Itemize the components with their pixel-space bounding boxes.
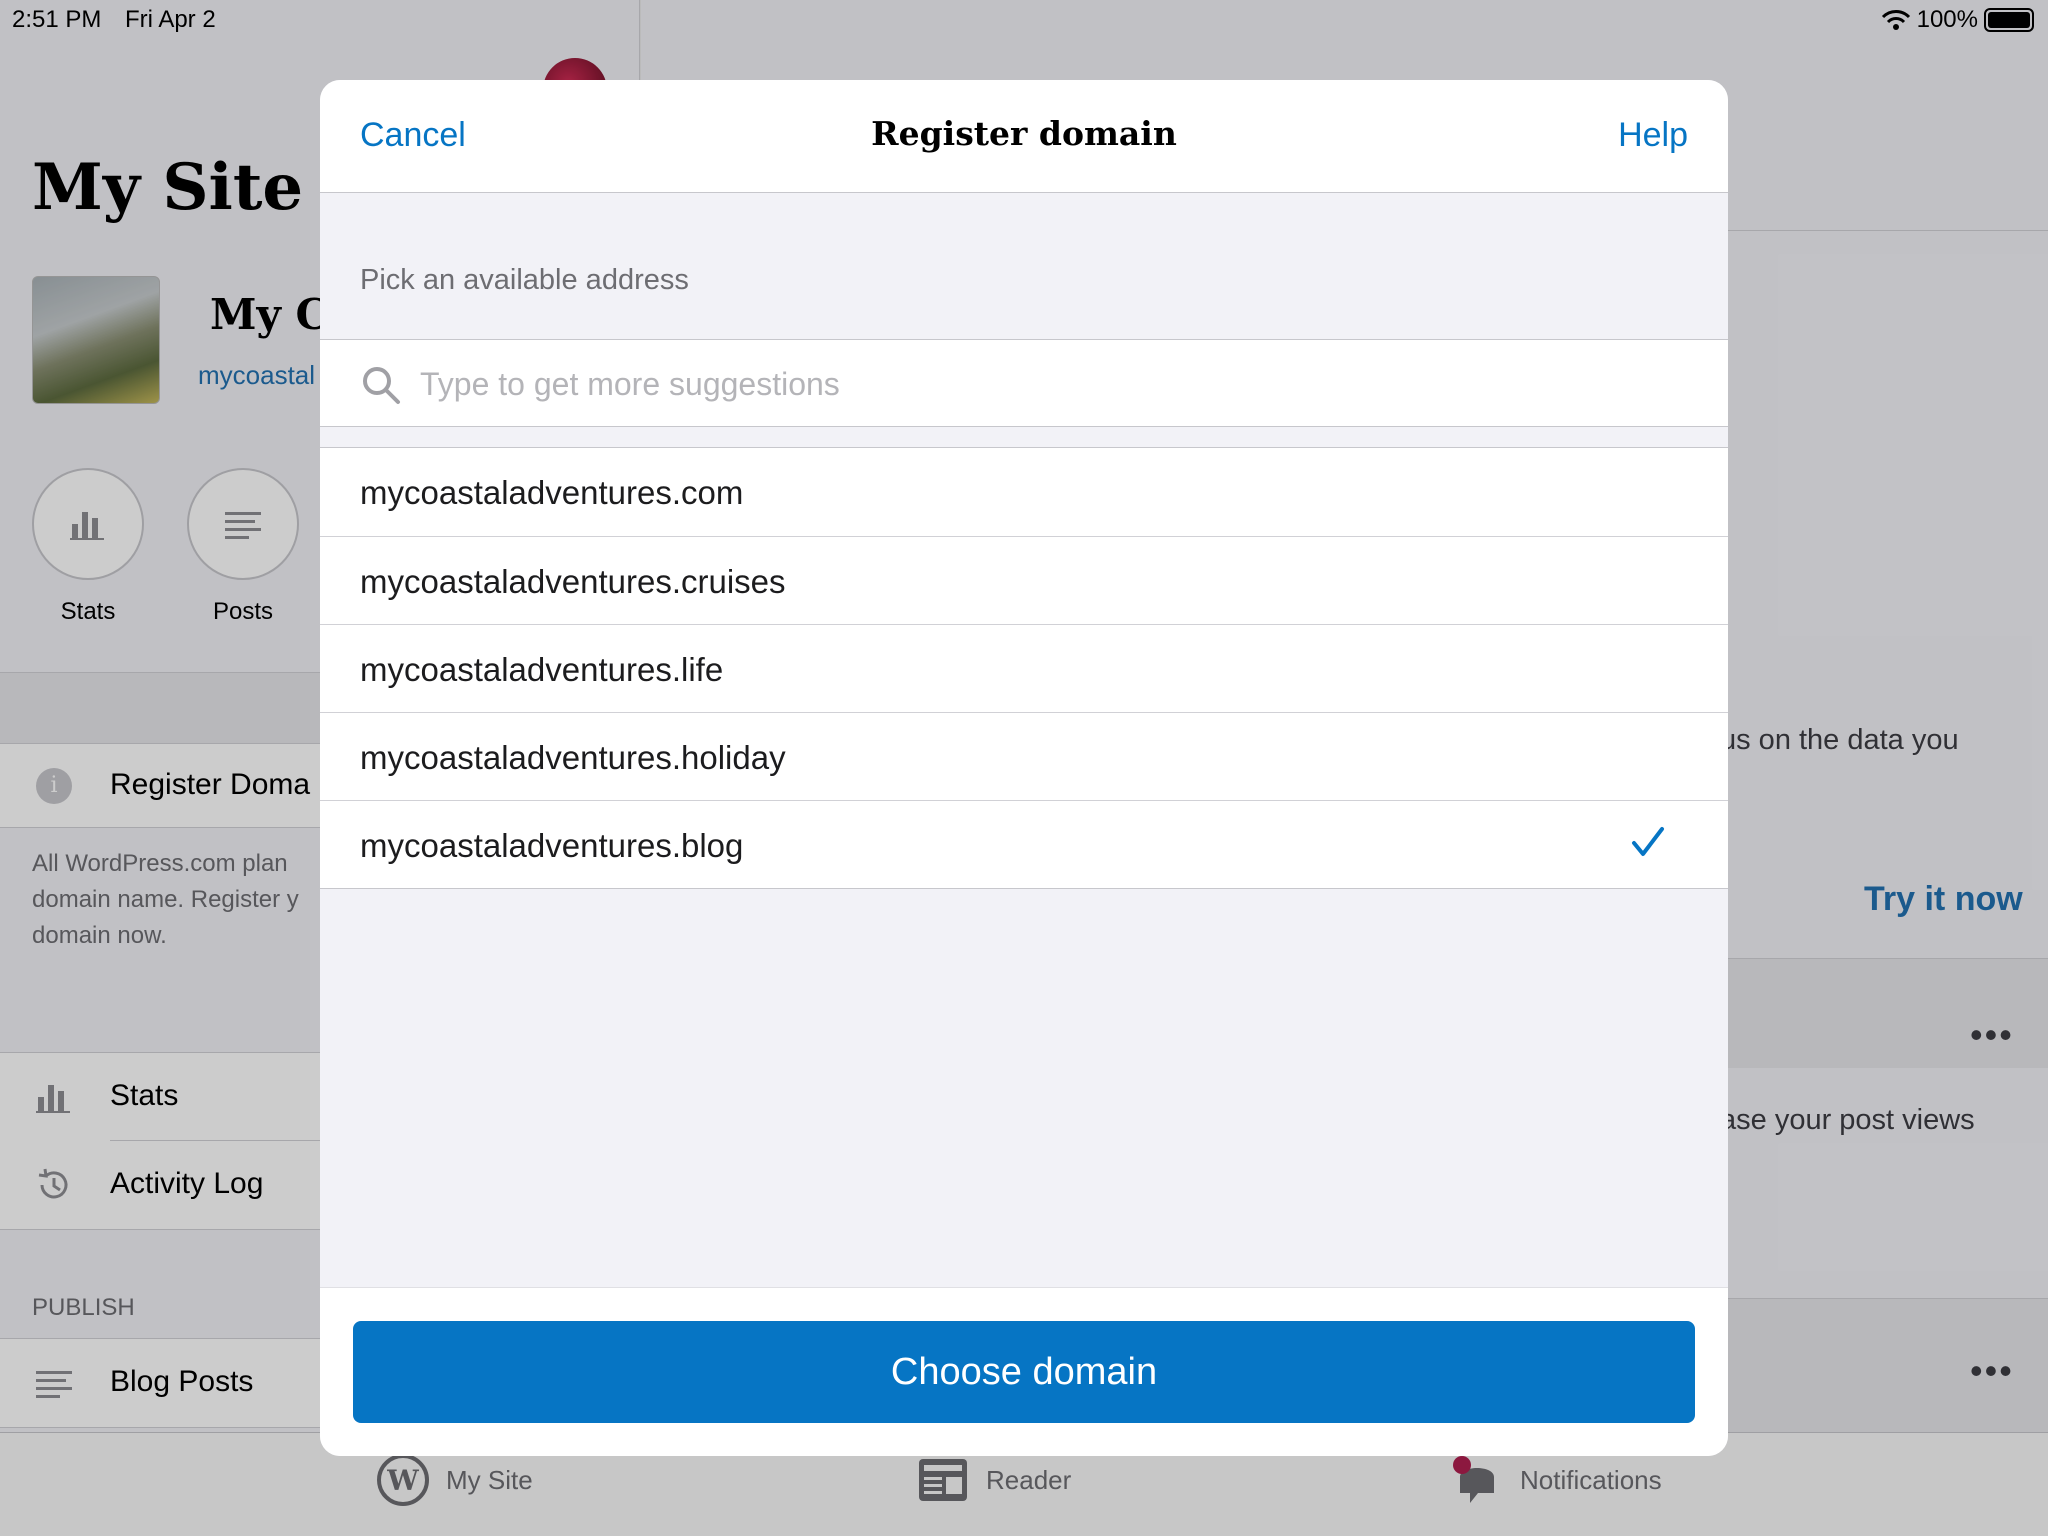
- domain-name: mycoastaladventures.holiday: [360, 739, 786, 776]
- domain-name: mycoastaladventures.blog: [360, 827, 744, 864]
- help-button[interactable]: Help: [1618, 116, 1688, 155]
- register-domain-modal: Cancel Register domain Help Pick an avai…: [320, 80, 1728, 1456]
- modal-navigation-bar: Cancel Register domain Help: [320, 80, 1728, 193]
- domain-suggestion-row[interactable]: mycoastaladventures.holiday: [320, 712, 1728, 800]
- search-icon: [363, 367, 400, 404]
- domain-name: mycoastaladventures.cruises: [360, 563, 786, 600]
- domain-name: mycoastaladventures.com: [360, 474, 744, 511]
- modal-title: Register domain: [871, 114, 1177, 153]
- domain-suggestion-row[interactable]: mycoastaladventures.com: [320, 448, 1728, 536]
- domain-suggestion-row[interactable]: mycoastaladventures.cruises: [320, 536, 1728, 624]
- choose-domain-button[interactable]: Choose domain: [353, 1321, 1695, 1423]
- domain-name: mycoastaladventures.life: [360, 651, 724, 688]
- domain-search-input[interactable]: [420, 358, 1680, 410]
- cancel-button[interactable]: Cancel: [360, 116, 466, 155]
- domain-suggestion-row[interactable]: mycoastaladventures.life: [320, 624, 1728, 712]
- modal-footer: Choose domain: [320, 1287, 1728, 1456]
- checkmark-icon: [1632, 827, 1664, 856]
- section-header: Pick an available address: [360, 264, 689, 296]
- search-bar: [320, 339, 1728, 427]
- domain-suggestion-row-selected[interactable]: mycoastaladventures.blog: [320, 800, 1728, 888]
- domain-suggestion-list: mycoastaladventures.com mycoastaladventu…: [320, 447, 1728, 889]
